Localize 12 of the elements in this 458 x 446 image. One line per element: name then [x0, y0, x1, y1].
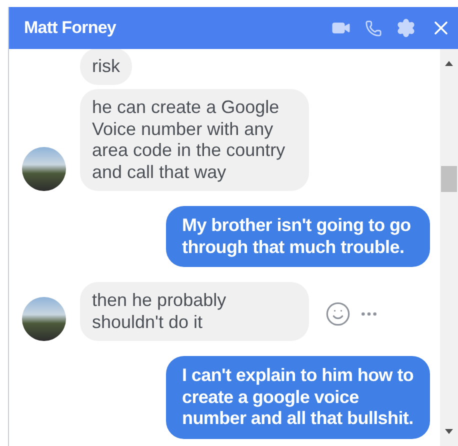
received-message: risk: [80, 49, 132, 85]
window-title: Matt Forney: [24, 18, 118, 38]
scroll-up-icon[interactable]: [445, 61, 453, 66]
sent-message: My brother isn't going to go through that much trouble.: [166, 206, 430, 267]
phone-icon[interactable]: [365, 20, 382, 36]
received-message: then he probably shouldn't do it: [80, 282, 309, 341]
sent-message: I can't explain to him how to create a google voice number and all that bullshit.: [166, 356, 430, 438]
scrollbar[interactable]: [440, 49, 458, 446]
scroll-thumb[interactable]: [441, 166, 457, 192]
smiley-icon[interactable]: [325, 301, 351, 327]
scroll-down-icon[interactable]: [445, 429, 453, 434]
received-message: he can create a Google Voice number with any area code in the country and call that way: [80, 89, 309, 191]
